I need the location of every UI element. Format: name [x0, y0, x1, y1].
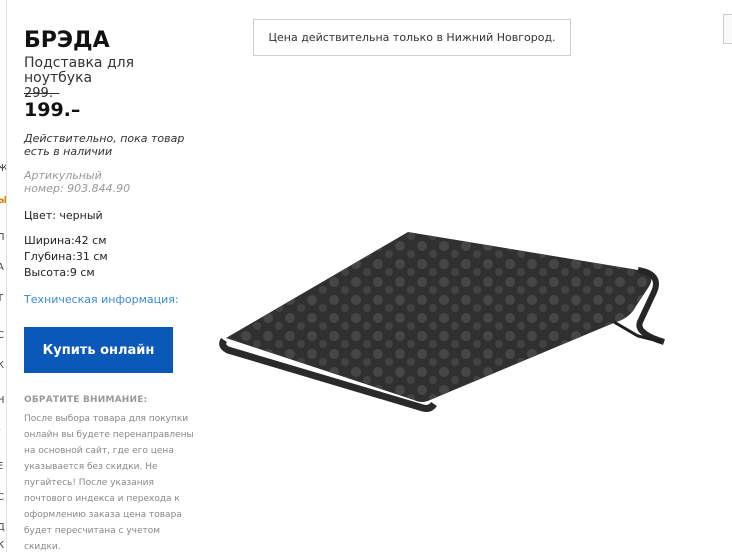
left-edge-char: К [0, 540, 4, 552]
product-color: Цвет: черный [24, 209, 199, 223]
left-edge-char: Д [0, 522, 5, 534]
left-edge-char: С [0, 330, 4, 342]
left-edge-char: Т [0, 293, 3, 305]
left-edge-char: Ы [0, 195, 7, 207]
product-name: БРЭДА [24, 28, 199, 54]
dimension-height: Высота:9 см [24, 265, 199, 281]
article-number: Артикульный номер: 903.844.90 [24, 169, 144, 195]
left-edge-char: С [0, 492, 4, 504]
buy-online-button[interactable]: Купить онлайн [24, 327, 173, 373]
notice-title: ОБРАТИТЕ ВНИМАНИЕ: [24, 395, 199, 405]
left-menu-edge: Ж Ы П А Т С К Н / Е С Д К [0, 0, 7, 552]
right-edge-control[interactable] [723, 14, 732, 44]
city-price-notice-text: Цена действительна только в Нижний Новго… [268, 31, 555, 44]
left-edge-char: П [0, 232, 5, 244]
left-edge-char: А [0, 262, 4, 274]
product-description: Подставка для ноутбука [24, 56, 154, 86]
left-edge-char: К [0, 360, 4, 372]
left-edge-char: Н [0, 395, 5, 407]
notice-text: После выбора товара для покупки онлайн в… [24, 411, 194, 555]
dimension-depth: Глубина:31 см [24, 249, 199, 265]
tech-info-link[interactable]: Техническая информация: [24, 293, 199, 307]
dimensions-list: Ширина:42 см Глубина:31 см Высота:9 см [24, 233, 199, 281]
city-price-notice: Цена действительна только в Нижний Новго… [253, 19, 571, 56]
dimension-width: Ширина:42 см [24, 233, 199, 249]
laptop-stand-image [218, 222, 668, 412]
left-edge-char: Е [0, 461, 3, 473]
left-edge-char: Ж [0, 163, 7, 175]
availability-note: Действительно, пока товар есть в наличии [24, 132, 189, 158]
new-price: 199.– [24, 99, 199, 121]
product-details: БРЭДА Подставка для ноутбука 299.– 199.–… [24, 28, 199, 555]
